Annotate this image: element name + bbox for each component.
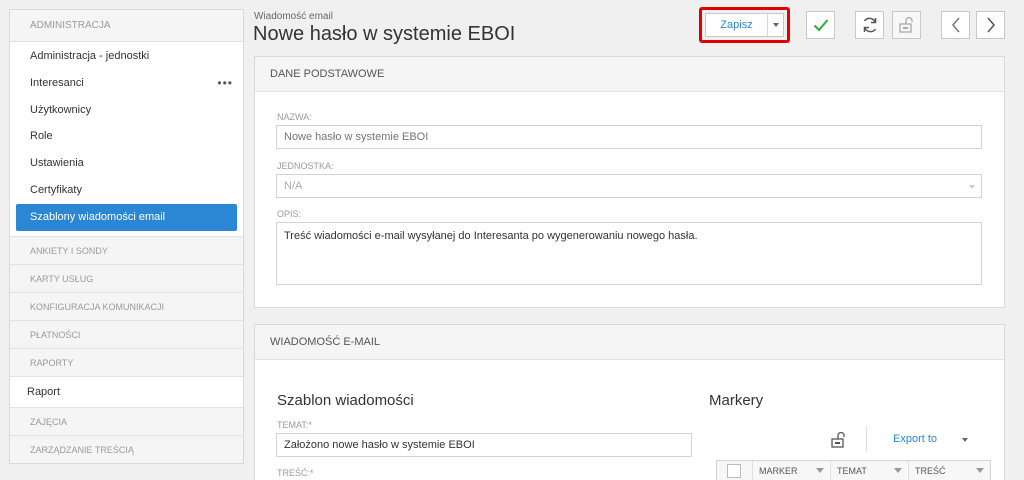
select-all-checkbox[interactable] [727, 464, 741, 478]
sidebar-item-certyfikaty[interactable]: Certyfikaty [10, 177, 243, 204]
chevron-down-icon [969, 185, 975, 189]
sidebar-item-raport[interactable]: Raport [10, 375, 243, 407]
sidebar-section-platnosci[interactable]: PŁATNOŚCI [10, 319, 243, 348]
export-button[interactable]: Export to [893, 433, 937, 445]
sidebar-header[interactable]: ADMINISTRACJA [10, 10, 243, 42]
refresh-icon [863, 17, 876, 33]
sidebar-item-label: Certyfikaty [30, 183, 82, 196]
subject-input[interactable]: Założono nowe hasło w systemie EBOI [276, 433, 692, 457]
page-subtitle: Wiadomość email [254, 11, 333, 22]
name-input[interactable] [276, 125, 982, 149]
sidebar-item-label: Szablony wiadomości email [30, 210, 166, 223]
check-icon [813, 19, 828, 32]
column-header-marker[interactable]: MARKER [753, 461, 831, 480]
sidebar-section-ankiety[interactable]: ANKIETY I SONDY [10, 235, 243, 264]
chevron-down-icon[interactable] [962, 438, 968, 442]
sidebar-section-karty[interactable]: KARTY USŁUG [10, 263, 243, 292]
panel-heading: DANE PODSTAWOWE [255, 57, 1004, 92]
name-label: NAZWA: [277, 112, 312, 122]
save-split-button: Zapisz [705, 13, 784, 37]
save-highlight: Zapisz [699, 7, 790, 43]
sidebar-section-raporty[interactable]: RAPORTY [10, 347, 243, 376]
sidebar-item-uzytkownicy[interactable]: Użytkownicy [10, 97, 243, 124]
confirm-button[interactable] [806, 11, 835, 39]
chevron-left-icon [951, 17, 960, 33]
filter-icon[interactable] [816, 468, 824, 473]
toolbar-divider [866, 426, 867, 452]
sidebar-items: Administracja - jednostki Interesanci •••… [10, 42, 243, 231]
filter-icon[interactable] [976, 468, 984, 473]
sidebar-item-ustawienia[interactable]: Ustawienia [10, 150, 243, 177]
sidebar-section-zarzadzanie[interactable]: ZARZĄDZANIE TREŚCIĄ [10, 434, 243, 463]
filter-icon[interactable] [894, 468, 902, 473]
body-label: TREŚĆ:* [277, 468, 314, 478]
unit-value: N/A [284, 180, 303, 192]
sidebar-item-label: Ustawienia [30, 157, 84, 170]
chevron-down-icon [772, 23, 779, 27]
subject-label: TEMAT:* [277, 420, 312, 430]
markers-title: Markery [709, 392, 764, 409]
desc-textarea[interactable]: Treść wiadomości e-mail wysyłanej do Int… [276, 222, 982, 285]
sidebar-item-label: Role [30, 130, 53, 143]
column-header-temat[interactable]: TEMAT [831, 461, 909, 480]
sidebar-item-administracja-jednostki[interactable]: Administracja - jednostki [10, 43, 243, 70]
unlock-icon [898, 16, 913, 33]
markers-grid-header: MARKER TEMAT TREŚĆ [716, 460, 991, 480]
save-button[interactable]: Zapisz [706, 14, 767, 36]
unit-select[interactable]: N/A [276, 174, 982, 198]
unlock-button[interactable] [892, 11, 921, 39]
sidebar: ADMINISTRACJA Administracja - jednostki … [9, 9, 244, 464]
sidebar-item-label: Administracja - jednostki [30, 50, 150, 62]
sidebar-section-konfiguracja[interactable]: KONFIGURACJA KOMUNIKACJI [10, 291, 243, 320]
more-icon[interactable]: ••• [217, 70, 233, 97]
sidebar-item-role[interactable]: Role [10, 123, 243, 150]
select-all-cell [717, 461, 753, 480]
template-title: Szablon wiadomości [277, 392, 414, 409]
sidebar-item-label: Użytkownicy [30, 103, 92, 116]
refresh-button[interactable] [855, 11, 884, 39]
sidebar-item-label: Interesanci [30, 76, 84, 89]
chevron-right-icon [986, 17, 995, 33]
sidebar-item-szablony[interactable]: Szablony wiadomości email [16, 203, 237, 231]
unlock-icon[interactable] [830, 431, 848, 454]
column-header-tresc[interactable]: TREŚĆ [909, 461, 990, 480]
save-dropdown-toggle[interactable] [767, 14, 783, 36]
unit-label: JEDNOSTKA: [277, 161, 334, 171]
sidebar-section-zajecia[interactable]: ZAJĘCIA [10, 406, 243, 435]
page-title: Nowe hasło w systemie EBOI [253, 23, 516, 45]
sidebar-item-interesanci[interactable]: Interesanci ••• [10, 70, 243, 97]
previous-button[interactable] [941, 11, 970, 39]
desc-label: OPIS: [277, 209, 302, 219]
panel-heading: WIADOMOŚĆ E-MAIL [255, 325, 1004, 360]
next-button[interactable] [976, 11, 1005, 39]
